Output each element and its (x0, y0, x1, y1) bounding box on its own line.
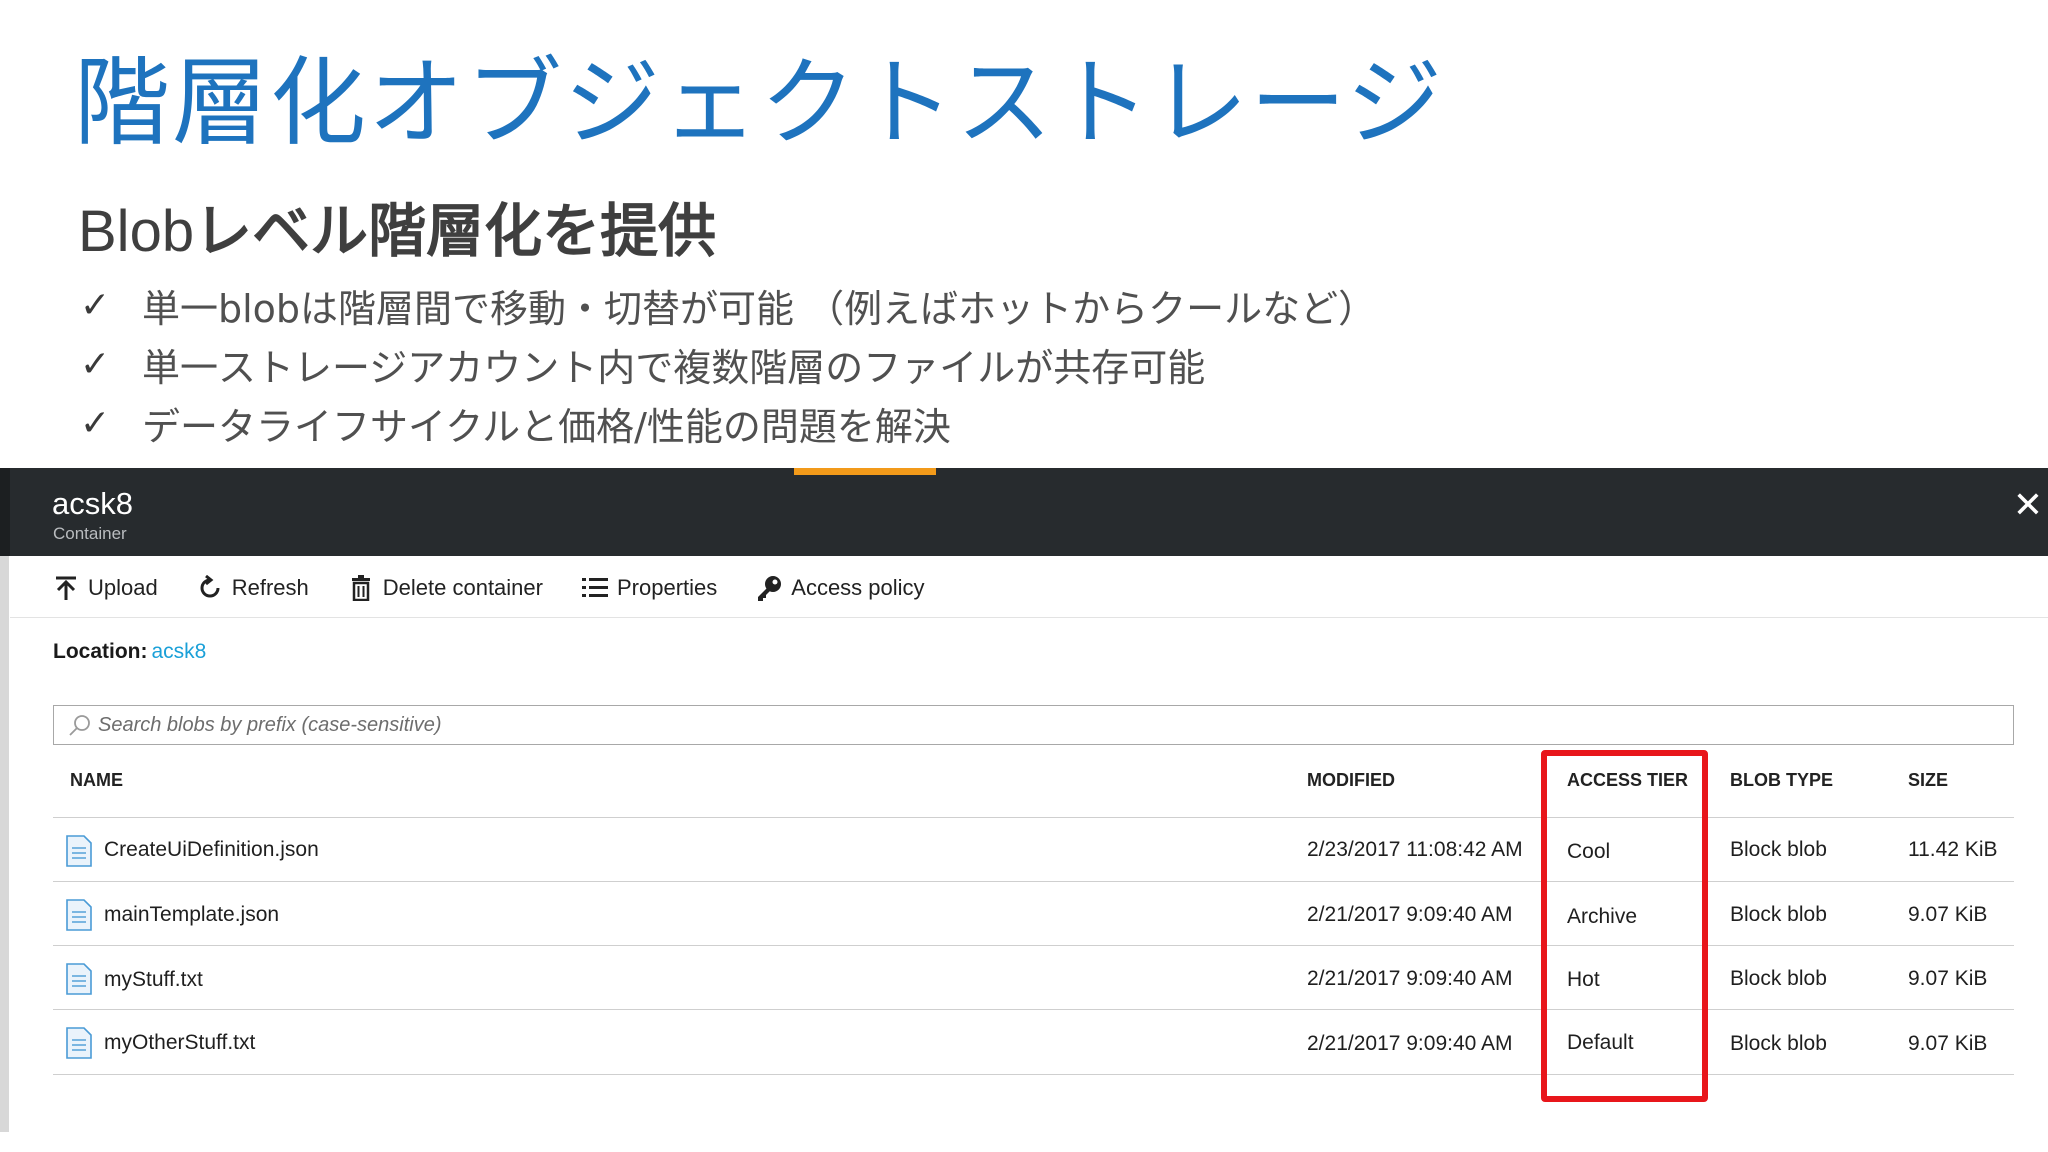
toolbar-divider (10, 617, 2048, 618)
blade-subtitle: Container (53, 524, 127, 543)
checkmark-icon: ✓ (80, 403, 111, 444)
column-header-modified[interactable]: MODIFIED (1307, 770, 1395, 791)
upload-label: Upload (88, 575, 158, 600)
document-icon (66, 1027, 92, 1059)
search-icon (68, 714, 92, 738)
blob-modified: 2/21/2017 9:09:40 AM (1307, 967, 1513, 990)
location: Location: acsk8 (53, 640, 206, 664)
scrollbar[interactable] (0, 556, 9, 1132)
location-link[interactable]: acsk8 (152, 640, 207, 663)
blob-modified: 2/21/2017 9:09:40 AM (1307, 1032, 1513, 1055)
blob-name: CreateUiDefinition.json (104, 838, 319, 861)
bullet-text: 単一blobは階層間で移動・切替が可能 （例えばホットからクールなど） (142, 287, 1377, 331)
blob-size: 9.07 KiB (1908, 903, 1988, 926)
header-divider (53, 817, 2014, 818)
command-bar: Upload Refresh Delete container Properti… (52, 566, 963, 610)
search-input[interactable] (98, 708, 1998, 742)
blob-type: Block blob (1730, 903, 1827, 926)
blob-modified: 2/21/2017 9:09:40 AM (1307, 903, 1513, 926)
delete-container-button[interactable]: Delete container (347, 574, 543, 602)
blob-type: Block blob (1730, 838, 1827, 861)
row-divider (53, 881, 2014, 882)
trash-icon (347, 574, 375, 602)
column-header-size[interactable]: SIZE (1908, 770, 1948, 791)
bullet-item: ✓ 単一blobは階層間で移動・切替が可能 （例えばホットからクールなど） (80, 276, 1376, 335)
bullet-list: ✓ 単一blobは階層間で移動・切替が可能 （例えばホットからクールなど） ✓ … (80, 276, 1376, 453)
active-tab-indicator (794, 468, 936, 475)
access-policy-label: Access policy (791, 575, 925, 600)
checkmark-icon: ✓ (80, 344, 111, 385)
slide-subtitle: Blobレベル階層化を提供 (78, 193, 716, 270)
bullet-item: ✓ データライフサイクルと価格/性能の問題を解決 (80, 394, 1376, 453)
properties-label: Properties (616, 575, 718, 600)
blade-left-edge (0, 468, 10, 556)
bullet-item: ✓ 単一ストレージアカウント内で複数階層のファイルが共存可能 (80, 335, 1376, 394)
row-divider (53, 1074, 2014, 1075)
blade-title: acsk8 (52, 486, 133, 521)
access-tier-highlight (1541, 750, 1708, 1102)
list-icon (581, 574, 609, 602)
refresh-button[interactable]: Refresh (196, 574, 309, 602)
blob-size: 9.07 KiB (1908, 1032, 1988, 1055)
column-header-blob-type[interactable]: BLOB TYPE (1730, 770, 1833, 791)
document-icon (66, 835, 92, 867)
location-label: Location: (53, 640, 148, 663)
blade-header: acsk8 Container ✕ (0, 468, 2048, 556)
document-icon (66, 899, 92, 931)
subtitle-jp: レベル階層化を提供 (194, 197, 717, 265)
checkmark-icon: ✓ (80, 285, 111, 326)
bullet-text: 単一ストレージアカウント内で複数階層のファイルが共存可能 (142, 346, 1206, 390)
blob-type: Block blob (1730, 1032, 1827, 1055)
upload-button[interactable]: Upload (52, 574, 158, 602)
document-icon (66, 963, 92, 995)
access-policy-button[interactable]: Access policy (755, 574, 925, 602)
slide-title: 階層化オブジェクトストレージ (74, 47, 1445, 159)
key-icon (755, 574, 783, 602)
blob-name: mainTemplate.json (104, 903, 280, 926)
refresh-icon (196, 574, 224, 602)
column-header-name[interactable]: NAME (70, 770, 123, 791)
bullet-text: データライフサイクルと価格/性能の問題を解決 (142, 405, 951, 449)
close-icon[interactable]: ✕ (2012, 486, 2044, 526)
row-divider (53, 945, 2014, 946)
row-divider (53, 1009, 2014, 1010)
properties-button[interactable]: Properties (581, 574, 717, 602)
search-box[interactable] (53, 705, 2014, 745)
blob-name: myStuff.txt (104, 968, 203, 991)
blob-size: 11.42 KiB (1908, 838, 1998, 861)
blob-type: Block blob (1730, 967, 1827, 990)
blob-size: 9.07 KiB (1908, 967, 1988, 990)
blob-name: myOtherStuff.txt (104, 1031, 256, 1054)
blob-modified: 2/23/2017 11:08:42 AM (1307, 838, 1523, 861)
upload-icon (52, 574, 80, 602)
refresh-label: Refresh (231, 575, 309, 600)
subtitle-latin: Blob (78, 199, 195, 264)
delete-container-label: Delete container (382, 575, 543, 600)
